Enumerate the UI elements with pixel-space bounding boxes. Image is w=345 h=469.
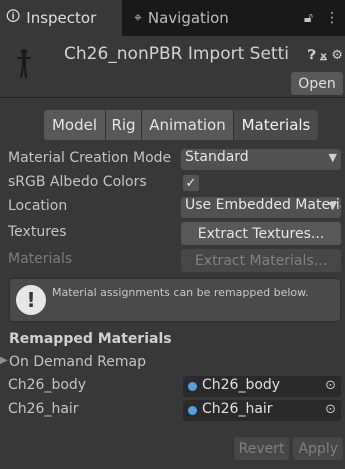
- srgb-albedo-row: sRGB Albedo Colors ✓: [0, 172, 345, 196]
- extract-textures-button[interactable]: Extract Textures...: [181, 222, 341, 245]
- srgb-albedo-checkbox[interactable]: ✓: [183, 175, 199, 191]
- warning-icon: !: [16, 285, 46, 315]
- location-row: Location Use Embedded Materials ▼: [0, 196, 345, 220]
- header-divider: [0, 97, 345, 98]
- location-label: Location: [8, 198, 68, 214]
- material-slot-row: Ch26_hair Ch26_hair ⊙: [0, 399, 345, 423]
- material-creation-mode-dropdown[interactable]: Standard ▼: [181, 149, 341, 170]
- tab-materials[interactable]: Materials: [234, 110, 318, 140]
- tab-navigation[interactable]: ⌖ Navigation: [128, 0, 258, 36]
- tab-model[interactable]: Model: [44, 110, 106, 140]
- dropdown-arrow-icon: ▼: [328, 151, 337, 164]
- material-creation-mode-row: Material Creation Mode Standard ▼: [0, 148, 345, 172]
- foldout-arrow-icon: ▶: [0, 355, 8, 366]
- checkmark-icon: ✓: [185, 175, 197, 191]
- apply-button[interactable]: Apply: [293, 437, 343, 460]
- material-creation-mode-value: Standard: [185, 149, 249, 165]
- material-icon: [188, 382, 197, 391]
- info-icon: 🛈: [6, 9, 21, 25]
- material-slot-row: Ch26_body Ch26_body ⊙: [0, 375, 345, 399]
- open-button[interactable]: Open: [291, 72, 343, 95]
- footer-buttons: Revert Apply: [233, 437, 343, 460]
- materials-label: Materials: [8, 251, 73, 267]
- tab-inspector[interactable]: 🛈 Inspector: [0, 0, 122, 36]
- remapped-materials-header: Remapped Materials: [9, 331, 172, 347]
- material-object-field[interactable]: Ch26_body ⊙: [183, 376, 341, 397]
- material-object-name: Ch26_body: [202, 377, 281, 393]
- material-object-field[interactable]: Ch26_hair ⊙: [183, 400, 341, 421]
- help-icon[interactable]: ❓︎: [308, 48, 316, 63]
- material-slot-label: Ch26_body: [8, 377, 87, 393]
- location-dropdown[interactable]: Use Embedded Materials ▼: [181, 197, 341, 218]
- lock-icon[interactable]: 🔓︎: [304, 10, 313, 26]
- model-thumbnail-icon: [10, 46, 38, 82]
- tab-navigation-label: Navigation: [147, 9, 229, 27]
- navigation-icon: ⌖: [134, 10, 142, 26]
- textures-label: Textures: [8, 224, 67, 240]
- textures-row: Textures Extract Textures...: [0, 222, 345, 246]
- importer-tabs: Model Rig Animation Materials: [44, 110, 318, 140]
- page-title: Ch26_nonPBR Import Settings: [64, 44, 290, 64]
- kebab-menu-icon[interactable]: ⋮: [325, 10, 339, 26]
- materials-row: Materials Extract Materials...: [0, 249, 345, 273]
- helpbox-text: Material assignments can be remapped bel…: [52, 286, 309, 299]
- object-picker-icon[interactable]: ⊙: [325, 402, 336, 417]
- settings-icon[interactable]: ⚙︎: [331, 48, 343, 63]
- info-helpbox: ! Material assignments can be remapped b…: [9, 278, 341, 322]
- location-value: Use Embedded Materials: [185, 197, 341, 213]
- tab-animation[interactable]: Animation: [142, 110, 234, 140]
- tab-inspector-label: Inspector: [26, 9, 97, 27]
- material-object-name: Ch26_hair: [202, 401, 273, 417]
- material-icon: [188, 406, 197, 415]
- material-slot-label: Ch26_hair: [8, 401, 79, 417]
- object-picker-icon[interactable]: ⊙: [325, 378, 336, 393]
- revert-button[interactable]: Revert: [233, 437, 290, 460]
- dropdown-arrow-icon: ▼: [328, 199, 337, 212]
- on-demand-remap-label: On Demand Remap: [9, 354, 146, 370]
- material-creation-mode-label: Material Creation Mode: [8, 150, 172, 166]
- preset-icon[interactable]: ⨱: [320, 48, 328, 63]
- window-tab-bar: 🛈 Inspector ⌖ Navigation 🔓︎ ⋮: [0, 0, 345, 36]
- inspector-header: Ch26_nonPBR Import Settings ❓︎ ⨱ ⚙︎ Open: [0, 36, 345, 96]
- srgb-albedo-label: sRGB Albedo Colors: [8, 174, 147, 190]
- tab-rig[interactable]: Rig: [106, 110, 142, 140]
- extract-materials-button[interactable]: Extract Materials...: [181, 249, 341, 272]
